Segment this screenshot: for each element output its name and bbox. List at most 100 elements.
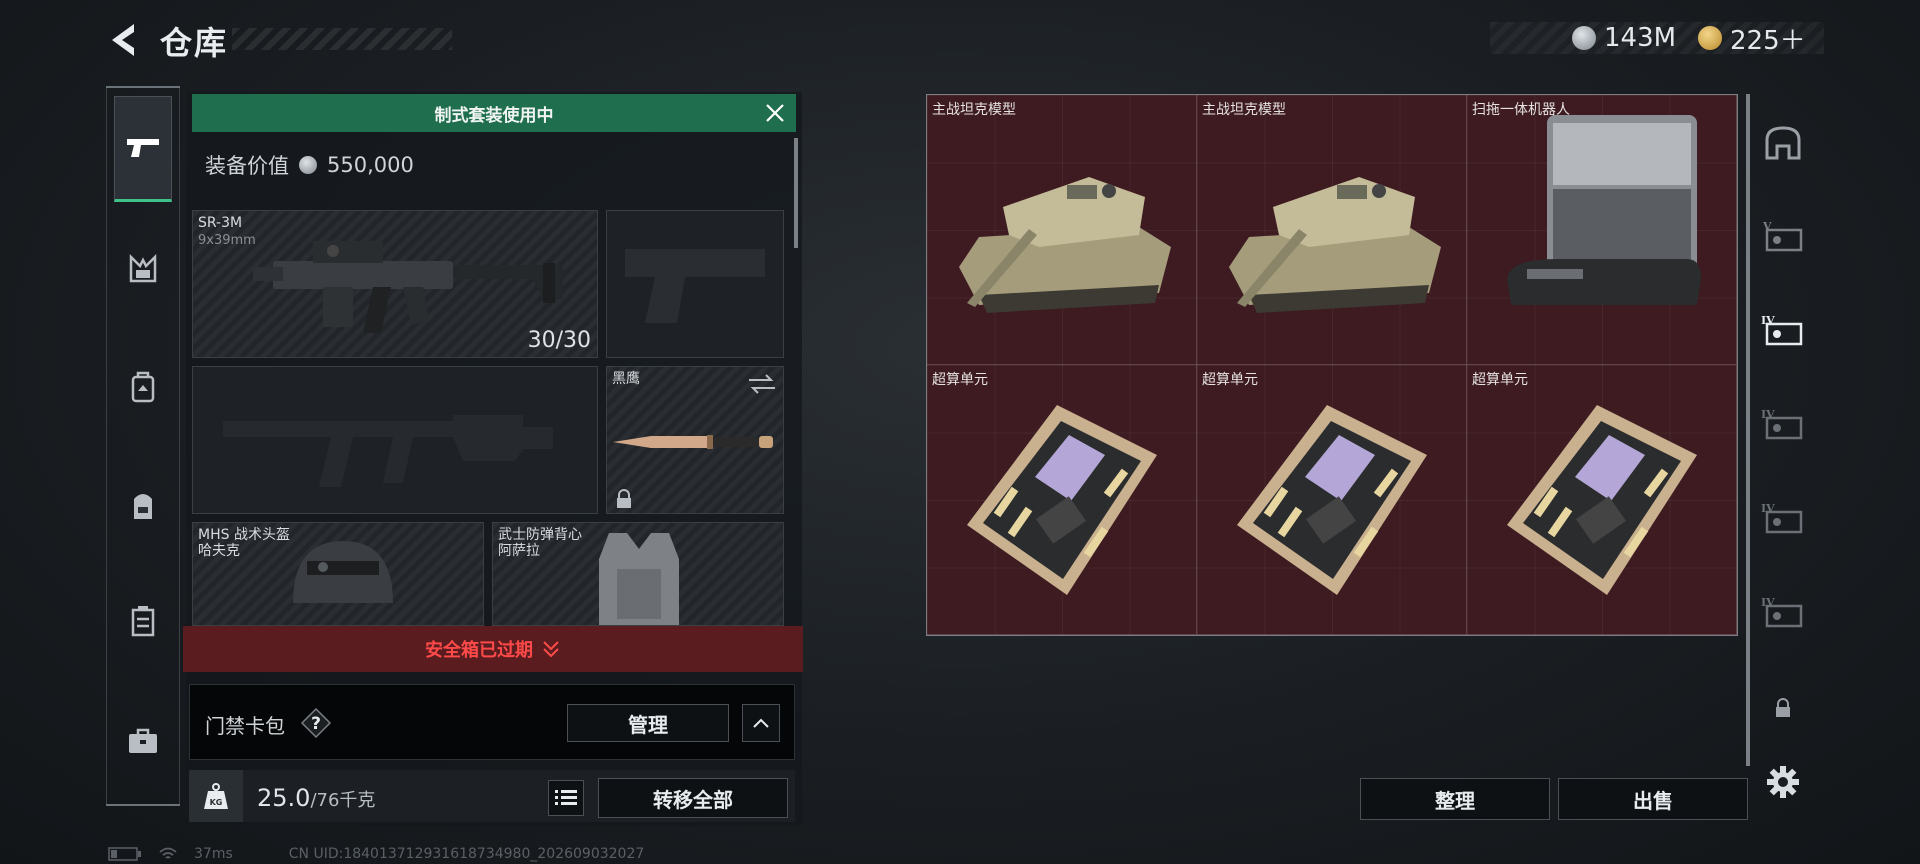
melee-name: 黑鹰 — [612, 371, 640, 387]
weight-icon: KG — [204, 783, 228, 809]
equipment-value-label: 装备价值 — [205, 154, 289, 178]
rail-divider — [106, 86, 180, 88]
rail-tab-storage-5[interactable]: V — [1754, 196, 1812, 276]
rifle-image — [253, 241, 563, 333]
gold-amount: 225＋ — [1730, 25, 1806, 56]
backpack-icon — [131, 371, 155, 403]
help-icon[interactable]: ? — [300, 707, 332, 739]
loadout-scrollbar[interactable] — [794, 138, 798, 248]
container-icon — [131, 606, 155, 637]
storage-item-name: 扫拖一体机器人 — [1472, 102, 1570, 118]
storage-page-icon: IV — [1761, 502, 1803, 534]
back-arrow-icon[interactable] — [104, 20, 144, 60]
silver-amount: 143M — [1604, 23, 1677, 53]
storage-item-name: 超算单元 — [1472, 372, 1528, 388]
tank-model-image — [959, 177, 1171, 313]
safebox-expired-banner[interactable]: 安全箱已过期 — [183, 626, 803, 672]
storage-page-icon: IV — [1761, 408, 1803, 440]
rail-tab-chest-rig[interactable] — [114, 216, 172, 322]
weapon-caliber: 9x39mm — [198, 233, 256, 248]
storage-item-name: 超算单元 — [932, 372, 988, 388]
battery-icon — [108, 847, 141, 861]
supercomputing-unit-image — [1237, 405, 1427, 595]
primary-weapon-slot[interactable]: SR-3M 9x39mm 30/30 — [192, 210, 598, 358]
supercomputing-unit-image — [967, 405, 1157, 595]
gold-currency[interactable]: 225＋ — [1698, 22, 1806, 56]
sidearm-slot[interactable] — [606, 210, 784, 358]
silver-coin-icon — [299, 156, 317, 174]
secondary-weapon-slot[interactable] — [192, 366, 598, 514]
silver-coin-icon — [1572, 26, 1596, 50]
list-view-button[interactable] — [548, 780, 584, 816]
loadout-banner: 制式套装使用中 — [192, 94, 796, 132]
storage-scrollbar[interactable] — [1746, 94, 1750, 766]
uid-text: CN UID:18401371293161873498­0_2026090320… — [288, 846, 645, 862]
status-bar: 37ms CN UID:18401371293161873498­0_20260… — [108, 846, 644, 862]
storage-rail: V IV IV IV IV — [1754, 92, 1812, 812]
storage-item-name: 超算单元 — [1202, 372, 1258, 388]
svg-text:IV: IV — [1761, 502, 1775, 515]
rail-tab-weapons[interactable] — [114, 96, 172, 202]
rail-lock[interactable] — [1754, 668, 1812, 748]
equipment-value-amount: 550,000 — [327, 153, 414, 177]
storage-item[interactable]: 主战坦克模型 — [1197, 95, 1467, 365]
rail-tab-storage-4c[interactable]: IV — [1754, 478, 1812, 558]
helmet-image — [293, 541, 393, 603]
vest-image — [599, 533, 679, 625]
rail-tab-backpack[interactable] — [114, 334, 172, 440]
close-icon[interactable] — [760, 98, 790, 128]
storage-item[interactable]: 超算单元 — [927, 365, 1197, 635]
briefcase-icon — [129, 728, 157, 753]
swap-icon[interactable] — [747, 373, 777, 395]
weapon-name: SR-3M — [198, 215, 243, 231]
weight-icon-box: KG — [189, 770, 243, 822]
pistol-icon — [127, 139, 159, 157]
svg-text:IV: IV — [1761, 314, 1775, 327]
pistol-silhouette-icon — [625, 249, 765, 323]
rail-tab-briefcase[interactable] — [114, 688, 172, 794]
armor-slot[interactable]: 武士防弹背心 阿萨拉 — [492, 522, 784, 626]
svg-text:IV: IV — [1761, 408, 1775, 421]
gold-triangle-coin-icon — [1698, 26, 1722, 50]
helmet-slot[interactable]: MHS 战术头盔 哈夫克 — [192, 522, 484, 626]
rail-tab-storage-4b[interactable]: IV — [1754, 384, 1812, 464]
svg-text:?: ? — [311, 714, 321, 734]
weight-text: 25.0/76千克 — [257, 784, 375, 812]
sell-button[interactable]: 出售 — [1558, 778, 1748, 820]
collapse-button[interactable] — [742, 704, 780, 742]
storage-page-icon: V — [1762, 220, 1803, 252]
weight-current: 25.0 — [257, 784, 311, 812]
page-title: 仓库 — [160, 24, 229, 62]
wifi-icon — [159, 847, 177, 859]
knife-image — [613, 435, 773, 449]
storage-page-icon: IV — [1761, 314, 1803, 346]
silver-currency[interactable]: 143M — [1572, 22, 1676, 54]
weight-max: /76千克 — [310, 790, 376, 811]
settings-button[interactable] — [1754, 742, 1812, 822]
sort-button[interactable]: 整理 — [1360, 778, 1550, 820]
rail-tab-safehouse[interactable] — [1754, 102, 1812, 182]
rail-tab-rucksack[interactable] — [114, 452, 172, 558]
svg-text:KG: KG — [210, 798, 223, 807]
helmet-brand: 哈夫克 — [198, 543, 240, 559]
ammo-count: 30/30 — [527, 328, 591, 353]
robot-vacuum-image — [1507, 115, 1701, 305]
rail-tab-storage-4-active[interactable]: IV — [1754, 290, 1812, 370]
manage-button[interactable]: 管理 — [567, 704, 729, 742]
storage-item[interactable]: 超算单元 — [1467, 365, 1737, 635]
double-chevron-down-icon — [543, 641, 559, 658]
storage-grid: 主战坦克模型 主战坦克模型 扫拖一体机器人 超算单元 超算单元 超算单元 — [926, 94, 1738, 636]
keycard-label: 门禁卡包 — [205, 714, 285, 738]
title-stripe-decoration — [232, 28, 452, 50]
rail-tab-storage-4d[interactable]: IV — [1754, 572, 1812, 652]
rail-tab-container[interactable] — [114, 568, 172, 674]
storage-item[interactable]: 主战坦克模型 — [927, 95, 1197, 365]
storage-item[interactable]: 超算单元 — [1197, 365, 1467, 635]
safehouse-icon — [1765, 126, 1801, 160]
helmet-name: MHS 战术头盔 — [198, 527, 290, 543]
transfer-all-button[interactable]: 转移全部 — [598, 778, 788, 818]
melee-slot[interactable]: 黑鹰 — [606, 366, 784, 514]
storage-item-name: 主战坦克模型 — [1202, 102, 1286, 118]
storage-page-icon: IV — [1761, 596, 1803, 628]
storage-item[interactable]: 扫拖一体机器人 — [1467, 95, 1737, 365]
